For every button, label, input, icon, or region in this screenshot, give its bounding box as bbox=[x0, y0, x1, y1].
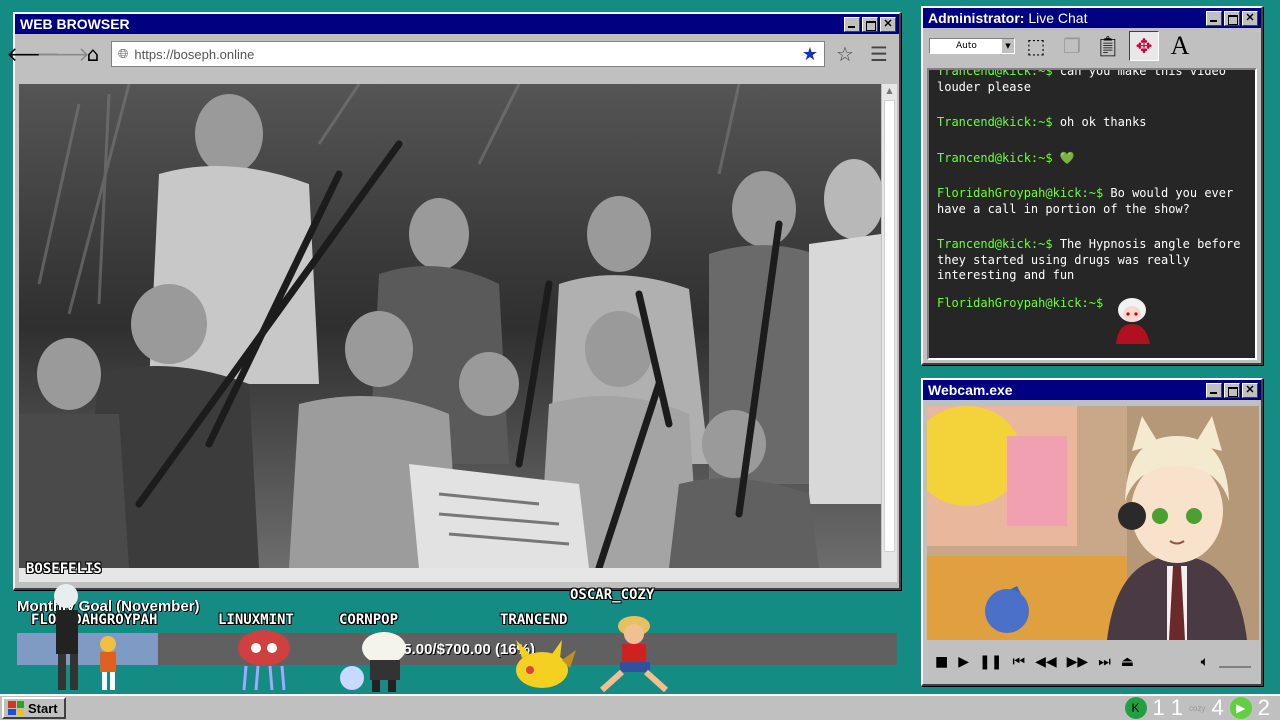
chat-username: Trancend@kick:~$ bbox=[937, 68, 1053, 78]
participant-name: CORNPOP bbox=[339, 612, 399, 628]
webcam-titlebar[interactable]: Webcam.exe bbox=[923, 380, 1261, 400]
maximize-button[interactable] bbox=[1224, 382, 1240, 398]
address-bar[interactable]: 🌐︎ https://boseph.online ★ bbox=[111, 41, 825, 67]
tray-counter: 1 bbox=[1152, 695, 1165, 720]
eject-icon[interactable]: ⏏︎ bbox=[1121, 654, 1134, 670]
globe-icon: 🌐︎ bbox=[118, 46, 129, 61]
font-size-select[interactable]: Auto ▼ bbox=[929, 38, 1015, 54]
tray-counter: 4 bbox=[1211, 695, 1224, 720]
chat-username: Trancend@kick:~$ bbox=[937, 150, 1053, 165]
goal-progress-bar: $115.00/$700.00 (16%) bbox=[17, 633, 897, 665]
ninja-character-sprite bbox=[54, 584, 78, 690]
copy-icon[interactable]: ❐ bbox=[1057, 31, 1087, 61]
chat-message: FloridahGroypah@kick:~$ bbox=[937, 296, 1249, 344]
maximize-button[interactable] bbox=[1224, 10, 1240, 26]
skip-back-icon[interactable]: ⏮︎ bbox=[1012, 654, 1025, 670]
jellyfish-character-sprite bbox=[238, 630, 290, 691]
maximize-button[interactable] bbox=[862, 16, 878, 32]
webcam-title: Webcam.exe bbox=[928, 382, 1013, 398]
pause-icon[interactable]: ❚❚ bbox=[979, 654, 1002, 670]
volume-icon[interactable]: 🔈︎ bbox=[1201, 654, 1209, 670]
font-icon[interactable]: A bbox=[1165, 31, 1195, 61]
chat-toolbar: Auto ▼ ⬚ ❐ 📋︎ ✥ A bbox=[923, 28, 1261, 64]
forward-arrow-icon[interactable]: 🡒 bbox=[36, 42, 90, 66]
chat-message: Trancend@kick:~$ The Hypnosis angle befo… bbox=[937, 237, 1249, 284]
chat-username: FloridahGroypah@kick:~$ bbox=[937, 186, 1104, 200]
chat-username: Trancend@kick:~$ bbox=[937, 115, 1053, 129]
move-icon[interactable]: ✥ bbox=[1129, 31, 1159, 61]
horizontal-scrollbar[interactable] bbox=[19, 568, 897, 582]
scroll-up-icon[interactable]: ▲ bbox=[882, 84, 897, 98]
chat-message: Trancend@kick:~$ 💚 bbox=[937, 151, 1249, 167]
minimize-button[interactable] bbox=[844, 16, 860, 32]
kick-logo-icon[interactable]: K bbox=[1124, 697, 1147, 719]
system-tray: K 1 1 cozy 4 ▶ 2 bbox=[1124, 695, 1278, 720]
cornpop-character-sprite bbox=[340, 632, 406, 692]
tray-counter: 1 bbox=[1170, 695, 1184, 720]
play-circle-icon[interactable]: ▶ bbox=[1229, 697, 1252, 719]
emote-sticker-image bbox=[1110, 296, 1154, 344]
chat-title-bold: Administrator: bbox=[928, 10, 1025, 26]
selection-icon[interactable]: ⬚ bbox=[1021, 31, 1051, 61]
home-icon[interactable]: ⌂ bbox=[81, 42, 105, 66]
participant-name: TRANCEND bbox=[500, 612, 568, 628]
font-select-value: Auto bbox=[956, 41, 977, 51]
chat-title: Administrator: Live Chat bbox=[928, 10, 1204, 26]
volume-slider[interactable] bbox=[1219, 656, 1251, 668]
fighter-character-sprite bbox=[100, 636, 116, 690]
anime-avatar-image bbox=[927, 406, 1259, 640]
hamburger-menu-icon[interactable]: ☰ bbox=[865, 41, 893, 67]
play-icon[interactable]: ▶ bbox=[958, 654, 969, 670]
bookmarked-star-icon[interactable]: ★ bbox=[802, 44, 818, 65]
goal-progress-text: $115.00/$700.00 (16%) bbox=[379, 640, 535, 658]
webcam-window: Webcam.exe ■ ▶ ❚❚ bbox=[921, 378, 1263, 686]
scroll-thumb[interactable] bbox=[884, 100, 895, 552]
chat-log[interactable]: Trancend@kick:~$ can you make this video… bbox=[927, 68, 1257, 360]
fast-forward-icon[interactable]: ▶▶ bbox=[1067, 654, 1089, 670]
chat-window: Administrator: Live Chat Auto ▼ ⬚ ❐ 📋︎ ✥… bbox=[921, 6, 1263, 365]
webcam-feed bbox=[927, 406, 1259, 640]
chat-title-rest: Live Chat bbox=[1024, 10, 1088, 26]
url-text: https://boseph.online bbox=[134, 46, 255, 62]
archival-photo-image bbox=[19, 84, 881, 568]
close-button[interactable] bbox=[1242, 382, 1258, 398]
browser-window: WEB BROWSER 🡐 🡒 ⌂ 🌐︎ https://boseph.onli… bbox=[6, 12, 901, 590]
taskbar: Start K 1 1 cozy 4 ▶ 2 bbox=[0, 694, 1280, 720]
browser-titlebar[interactable]: WEB BROWSER bbox=[15, 14, 899, 34]
star-outline-icon[interactable]: ☆ bbox=[831, 41, 859, 67]
chevron-down-icon[interactable]: ▼ bbox=[1002, 39, 1014, 53]
paste-icon[interactable]: 📋︎ bbox=[1093, 31, 1123, 61]
start-button[interactable]: Start bbox=[2, 697, 66, 719]
chat-username: Trancend@kick:~$ bbox=[937, 237, 1053, 251]
participant-name: LINUXMINT bbox=[218, 612, 294, 628]
vertical-scrollbar[interactable]: ▲ bbox=[881, 84, 897, 568]
participant-name: OSCAR_COZY bbox=[570, 587, 655, 603]
chat-text: oh ok thanks bbox=[1059, 115, 1147, 129]
windows-logo-icon bbox=[8, 701, 24, 715]
minimize-button[interactable] bbox=[1206, 382, 1222, 398]
tray-label: cozy bbox=[1189, 703, 1206, 713]
chat-message: FloridahGroypah@kick:~$ Bo would you eve… bbox=[937, 186, 1249, 217]
video-overlay-name: BOSEFELIS bbox=[26, 561, 102, 577]
stop-icon[interactable]: ■ bbox=[935, 654, 948, 670]
pikachu-character-sprite bbox=[516, 640, 576, 688]
chat-username: FloridahGroypah@kick:~$ bbox=[937, 295, 1104, 310]
close-button[interactable] bbox=[1242, 10, 1258, 26]
close-button[interactable] bbox=[880, 16, 896, 32]
minimize-button[interactable] bbox=[1206, 10, 1222, 26]
chat-message: Trancend@kick:~$ oh ok thanks bbox=[937, 115, 1249, 131]
chat-titlebar[interactable]: Administrator: Live Chat bbox=[923, 8, 1261, 28]
skip-forward-icon[interactable]: ⏭︎ bbox=[1098, 654, 1111, 670]
media-controls: ■ ▶ ❚❚ ⏮︎ ◀◀ ▶▶ ⏭︎ ⏏︎ 🔈︎ bbox=[927, 644, 1259, 680]
luffy-character-sprite bbox=[599, 616, 669, 692]
video-frame[interactable] bbox=[19, 84, 881, 568]
browser-title: WEB BROWSER bbox=[20, 16, 130, 32]
tray-counter: 2 bbox=[1257, 695, 1270, 720]
browser-toolbar: 🡐 🡒 ⌂ 🌐︎ https://boseph.online ★ ☆ ☰ bbox=[6, 34, 899, 74]
green-heart-emoji: 💚 bbox=[1059, 150, 1075, 165]
rewind-icon[interactable]: ◀◀ bbox=[1035, 654, 1057, 670]
start-label: Start bbox=[28, 700, 58, 716]
chat-message: Trancend@kick:~$ can you make this video… bbox=[937, 68, 1249, 95]
